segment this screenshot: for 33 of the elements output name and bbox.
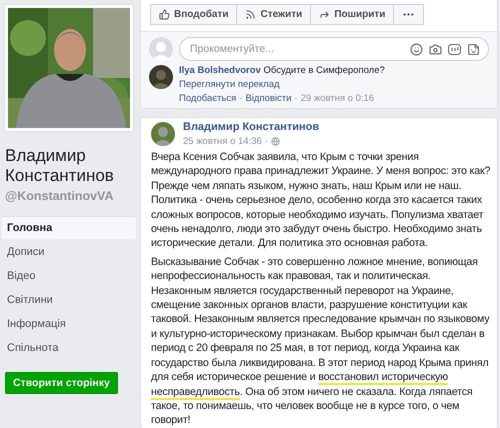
sticker-icon[interactable] bbox=[467, 42, 480, 56]
share-arrow-icon bbox=[319, 9, 330, 20]
separator-dot: · bbox=[294, 93, 298, 104]
page-name: Владимир Константинов bbox=[5, 146, 115, 186]
nav-item[interactable]: Відео bbox=[2, 264, 136, 287]
separator-dot: · bbox=[239, 93, 242, 104]
nav-item[interactable]: Інформація bbox=[2, 312, 136, 335]
action-button[interactable]: Стежити bbox=[236, 4, 312, 25]
nav-item[interactable]: Дописи bbox=[2, 240, 136, 263]
comment-time: 29 жовтня о 0:16 bbox=[300, 93, 374, 104]
nav-item[interactable]: Спільнота bbox=[2, 336, 136, 359]
separator-dot: · bbox=[264, 136, 268, 147]
comment-text: Ilya Bolshedvorov Обсудите в Симферополе? bbox=[179, 65, 385, 77]
commenter-avatar bbox=[149, 65, 173, 89]
smiley-icon[interactable] bbox=[410, 42, 423, 56]
post-paragraph: Вчера Ксения Собчак заявила, что Крым с точки зрения международного права принадлежит Украине. У меня вопрос: это как? Прежде чем ляпать языком, нужно знать, наш Крым или не наш. Политика - очень серьезное дело, особенно когда это касается таких сложных вопросов, которые необходимо изучать. Популизма хватает очень ненадолго, люди это забудут очень быстро. Необходимо знать исторические детали. Для политика это основная работа. bbox=[151, 150, 491, 251]
avatar bbox=[149, 37, 173, 61]
translate-link[interactable]: Переглянути переклад bbox=[179, 79, 385, 91]
comment-field[interactable]: Прокоментуйте... bbox=[179, 37, 489, 61]
comment-action-link[interactable]: Відповісти bbox=[245, 93, 292, 104]
post-author[interactable]: Владимир Константинов bbox=[183, 121, 320, 133]
camera-icon[interactable] bbox=[429, 42, 442, 56]
page-handle: @KonstantinovVA bbox=[5, 189, 114, 203]
rss-icon bbox=[245, 9, 256, 20]
globe-icon bbox=[270, 137, 280, 146]
comment-action-link[interactable]: Подобається bbox=[179, 93, 236, 104]
thumbs-up-icon bbox=[159, 9, 170, 20]
nav-item[interactable]: Головна bbox=[2, 216, 136, 239]
action-button[interactable]: Вподобати bbox=[150, 4, 238, 25]
post-paragraph: Высказывание Собчак - это совершенно ложное мнение, вопиющая непрофессиональность как правовая, так и политическая. Незаконным является государственный переворот на Украине, смещение законных органов власти, разрушение конституции как таковой. Незаконным является преследование крымчан по языковому и культурно-историческому признакам. Выбор крымчан был сделан в период с 20 февраля по 25 мая, в тот период, когда Украина как государство была ликвидирована. В этот период народ Крыма принял для себя историческое решение и восстановил историческую несправедливость. Она об этом ничего не сказала. Когда ляпается такое, то понимаешь, что человек вообще не в курсе того, о чем говорит! bbox=[151, 254, 490, 428]
action-button[interactable]: Поширити bbox=[310, 4, 394, 25]
nav-item[interactable]: Світлини bbox=[2, 288, 136, 311]
author-avatar bbox=[151, 122, 175, 146]
